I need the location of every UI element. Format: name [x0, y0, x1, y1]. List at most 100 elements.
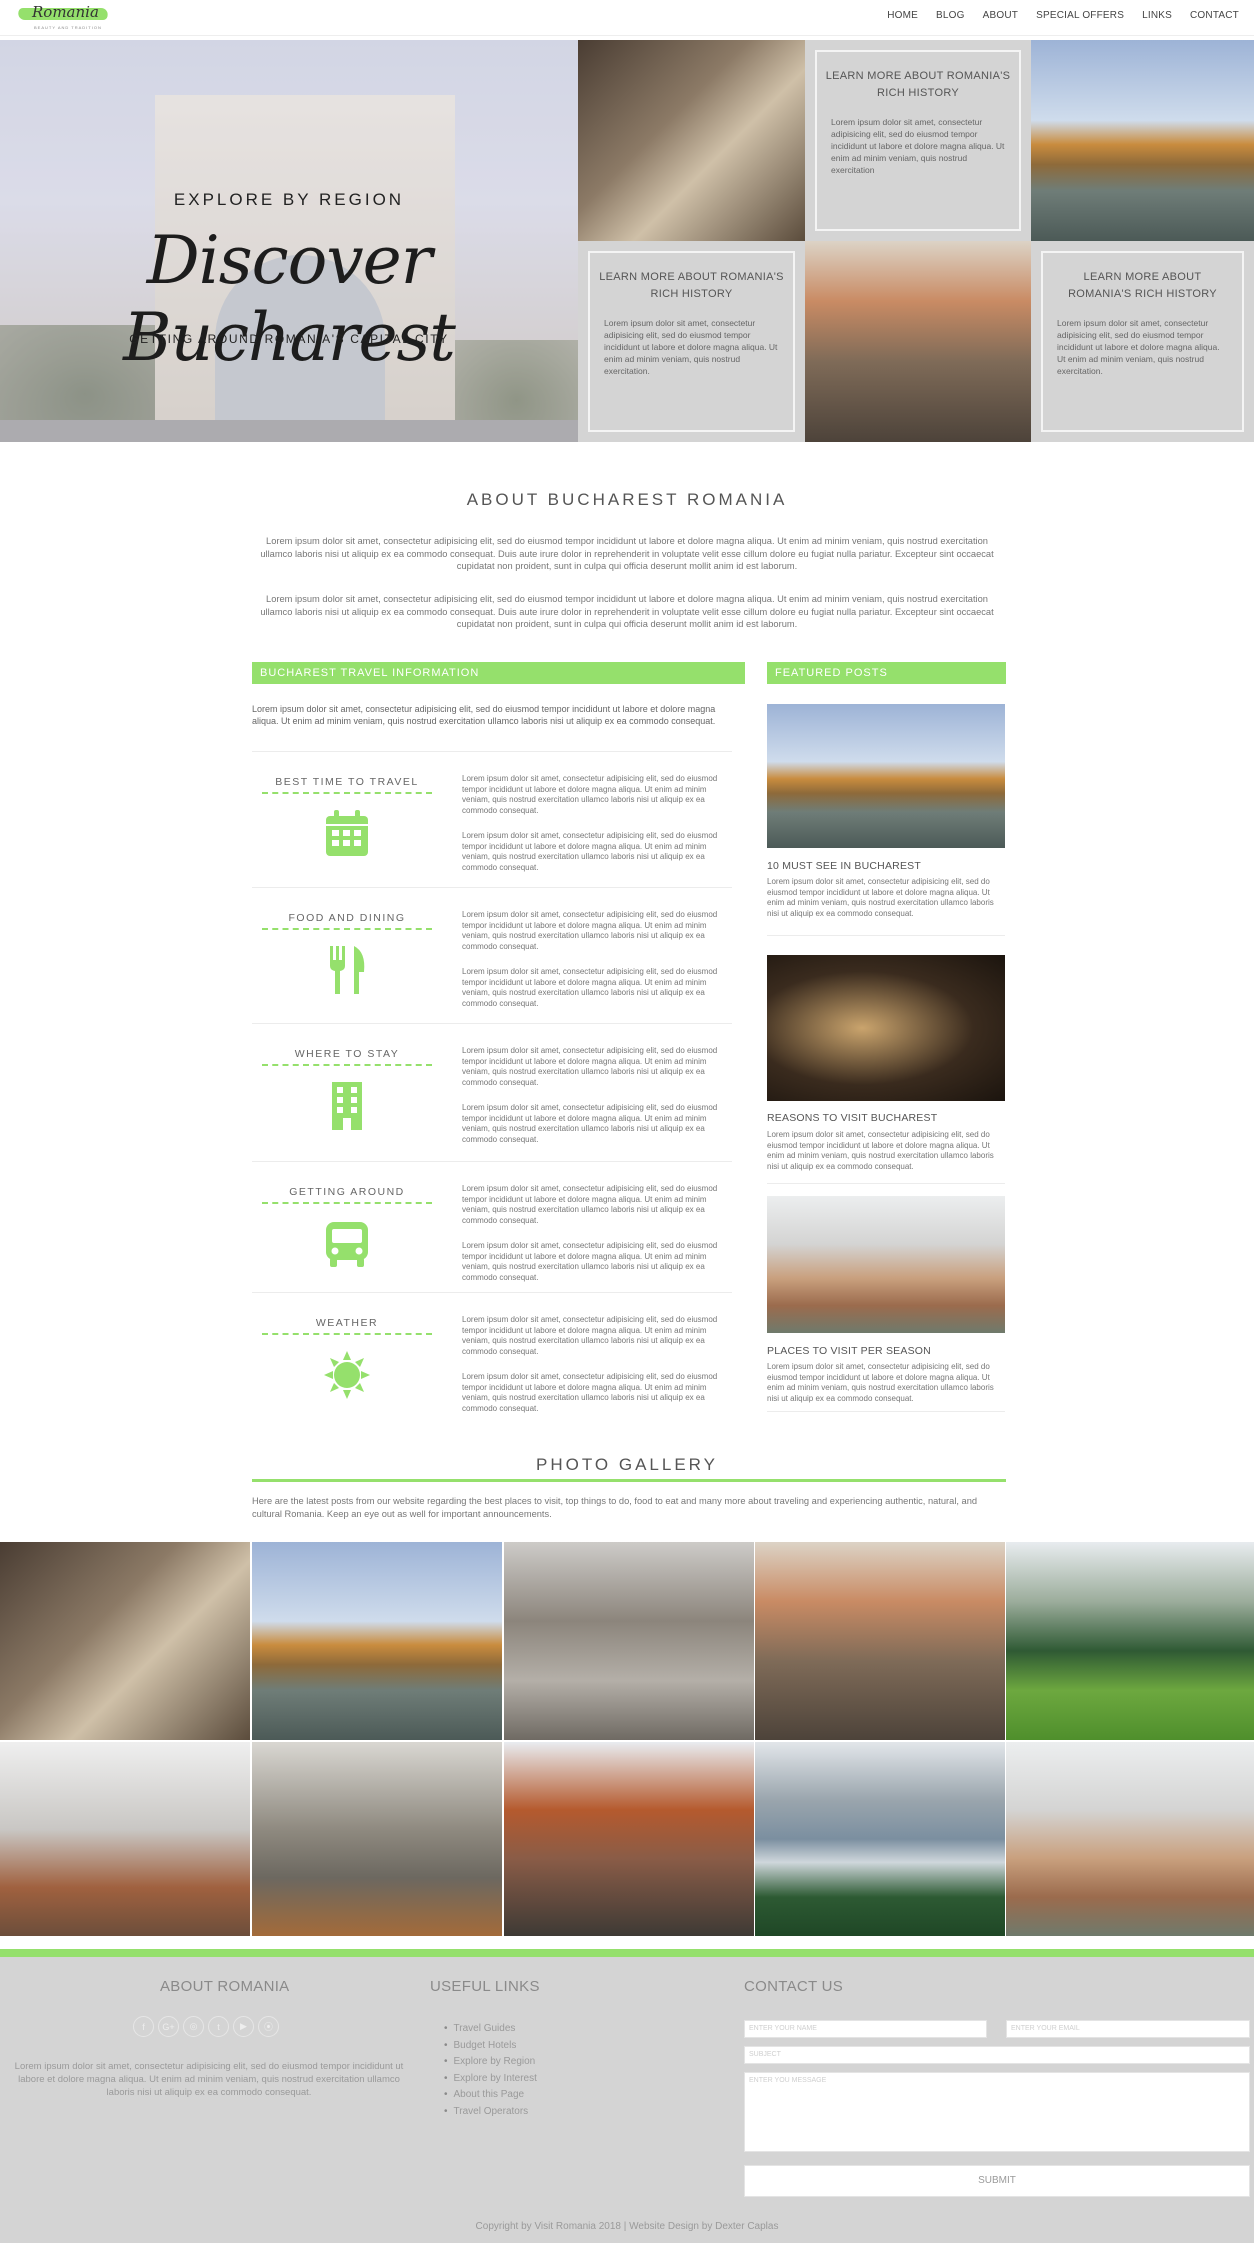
facebook-icon[interactable]: f — [133, 2016, 154, 2037]
gallery-photo-castle[interactable] — [504, 1742, 754, 1936]
gallery-photo-street[interactable] — [504, 1542, 754, 1740]
travel-row-label: BEST TIME TO TRAVEL — [275, 776, 419, 788]
pinterest-icon[interactable]: ⦿ — [258, 2016, 279, 2037]
about-title: ABOUT BUCHAREST ROMANIA — [466, 490, 788, 509]
logo-text: Romania — [32, 3, 99, 21]
info-title: LEARN MORE ABOUT ROMANIA'S RICH HISTORY — [1068, 271, 1217, 300]
footer-about-text: Lorem ipsum dolor sit amet, consectetur … — [14, 2061, 404, 2098]
gallery-photo-forest[interactable] — [1006, 1542, 1254, 1740]
info-text: Lorem ipsum dolor sit amet, consectetur … — [831, 117, 1005, 175]
featured-post-image-2[interactable] — [767, 955, 1005, 1101]
link-explore-interest[interactable]: Explore by Interest — [444, 2071, 537, 2088]
link-explore-region[interactable]: Explore by Region — [444, 2054, 537, 2071]
info-text: Lorem ipsum dolor sit amet, consectetur … — [1057, 318, 1220, 376]
travel-row-food: FOOD AND DINING Lorem ipsum dolor sit am… — [252, 887, 732, 1023]
travel-row-text-2: Lorem ipsum dolor sit amet, consectetur … — [462, 831, 718, 872]
mosaic-info-box-2[interactable]: LEARN MORE ABOUT ROMANIA'S RICH HISTORY … — [578, 241, 805, 442]
hero-subtitle: GETTING AROUND ROMANIA'S CAPITAL CITY — [129, 332, 449, 346]
gallery-photo-mountains[interactable] — [755, 1742, 1005, 1936]
nav-contact[interactable]: CONTACT — [1181, 10, 1248, 21]
featured-divider — [767, 1183, 1005, 1184]
featured-post-text-3: Lorem ipsum dolor sit amet, consectetur … — [767, 1362, 994, 1403]
calendar-icon — [326, 810, 368, 856]
youtube-icon[interactable]: ▶ — [233, 2016, 254, 2037]
dashed-divider — [262, 928, 432, 930]
about-paragraph-1: Lorem ipsum dolor sit amet, consectetur … — [260, 536, 994, 571]
travel-row-text-1: Lorem ipsum dolor sit amet, consectetur … — [462, 774, 718, 815]
travel-row-text-1: Lorem ipsum dolor sit amet, consectetur … — [462, 1184, 718, 1225]
travel-row-label: GETTING AROUND — [289, 1186, 405, 1198]
sun-icon — [324, 1351, 370, 1399]
name-field[interactable]: ENTER YOUR NAME — [744, 2020, 987, 2038]
nav-home[interactable]: HOME — [878, 10, 927, 21]
nav-links[interactable]: LINKS — [1133, 10, 1181, 21]
featured-posts-heading: FEATURED POSTS — [767, 662, 1006, 684]
bus-icon — [326, 1222, 368, 1267]
dashed-divider — [262, 1333, 432, 1335]
gallery-title: PHOTO GALLERY — [536, 1455, 718, 1474]
instagram-icon[interactable]: ◎ — [183, 2016, 204, 2037]
featured-post-image-1[interactable] — [767, 704, 1005, 848]
top-navbar: Romania BEAUTY AND TRADITION HOME BLOG A… — [0, 0, 1254, 36]
travel-info-heading: BUCHAREST TRAVEL INFORMATION — [252, 662, 745, 684]
link-budget-hotels[interactable]: Budget Hotels — [444, 2038, 537, 2055]
dashed-divider — [262, 1064, 432, 1066]
message-field[interactable]: ENTER YOU MESSAGE — [744, 2072, 1250, 2152]
featured-post-text-2: Lorem ipsum dolor sit amet, consectetur … — [767, 1130, 994, 1171]
dashed-divider — [262, 792, 432, 794]
mosaic-photo-couple[interactable] — [805, 241, 1031, 442]
travel-row-text-1: Lorem ipsum dolor sit amet, consectetur … — [462, 910, 718, 951]
travel-row-stay: WHERE TO STAY Lorem ipsum dolor sit amet… — [252, 1023, 732, 1161]
travel-row-label: WEATHER — [315, 1317, 379, 1329]
gallery-intro: Here are the latest posts from our websi… — [252, 1496, 978, 1519]
travel-row-getting-around: GETTING AROUND Lorem ipsum dolor sit ame… — [252, 1161, 732, 1292]
footer-about-heading: ABOUT ROMANIA — [160, 1978, 290, 1995]
site-logo[interactable]: Romania BEAUTY AND TRADITION — [16, 3, 110, 30]
dashed-divider — [262, 1202, 432, 1204]
link-about-page[interactable]: About this Page — [444, 2087, 537, 2104]
fork-knife-icon — [330, 946, 365, 994]
google-plus-icon[interactable]: G+ — [158, 2016, 179, 2037]
mosaic-photo-lake[interactable] — [1031, 40, 1254, 241]
about-paragraph-2: Lorem ipsum dolor sit amet, consectetur … — [260, 594, 994, 629]
hero-title: Discover Bucharest — [123, 222, 456, 376]
info-title: LEARN MORE ABOUT ROMANIA'S RICH HISTORY — [825, 70, 1011, 99]
travel-row-text-2: Lorem ipsum dolor sit amet, consectetur … — [462, 1103, 718, 1144]
mosaic-info-box-1[interactable]: LEARN MORE ABOUT ROMANIA'S RICH HISTORY … — [805, 40, 1031, 241]
subject-field[interactable]: SUBJECT — [744, 2046, 1250, 2064]
gallery-photo-town[interactable] — [1006, 1742, 1254, 1936]
travel-row-best-time: BEST TIME TO TRAVEL Lorem ipsum dolor si… — [252, 751, 732, 887]
travel-row-text-2: Lorem ipsum dolor sit amet, consectetur … — [462, 1241, 718, 1282]
logo-tagline: BEAUTY AND TRADITION — [34, 25, 102, 30]
mosaic-info-box-3[interactable]: LEARN MORE ABOUT ROMANIA'S RICH HISTORY … — [1031, 241, 1254, 442]
travel-intro: Lorem ipsum dolor sit amet, consectetur … — [252, 704, 716, 726]
mosaic-photo-interior[interactable] — [578, 40, 805, 241]
gallery-rule — [252, 1479, 1006, 1482]
twitter-icon[interactable]: t — [208, 2016, 229, 2037]
gallery-photo-lake[interactable] — [252, 1542, 502, 1740]
travel-row-text-1: Lorem ipsum dolor sit amet, consectetur … — [462, 1315, 718, 1356]
featured-post-title-2[interactable]: REASONS TO VISIT BUCHAREST — [767, 1112, 937, 1124]
travel-row-label: FOOD AND DINING — [288, 912, 406, 924]
email-field[interactable]: ENTER YOUR EMAIL — [1006, 2020, 1250, 2038]
travel-row-text-1: Lorem ipsum dolor sit amet, consectetur … — [462, 1046, 718, 1087]
featured-post-title-3[interactable]: PLACES TO VISIT PER SEASON — [767, 1345, 931, 1357]
gallery-photo-tram[interactable] — [252, 1742, 502, 1936]
main-menu: HOME BLOG ABOUT SPECIAL OFFERS LINKS CON… — [878, 10, 1248, 21]
travel-row-weather: WEATHER Lorem ipsum dolor sit amet, cons… — [252, 1292, 732, 1422]
travel-row-label: WHERE TO STAY — [294, 1048, 400, 1060]
nav-blog[interactable]: BLOG — [927, 10, 974, 21]
link-travel-operators[interactable]: Travel Operators — [444, 2104, 537, 2121]
gallery-photo-couple[interactable] — [755, 1542, 1005, 1740]
featured-post-image-3[interactable] — [767, 1196, 1005, 1333]
link-travel-guides[interactable]: Travel Guides — [444, 2021, 537, 2038]
hero-banner: EXPLORE BY REGION Discover Bucharest GET… — [0, 40, 578, 442]
nav-about[interactable]: ABOUT — [974, 10, 1027, 21]
nav-special-offers[interactable]: SPECIAL OFFERS — [1027, 10, 1133, 21]
gallery-photo-church[interactable] — [0, 1742, 250, 1936]
gallery-photo-interior[interactable] — [0, 1542, 250, 1740]
footer-links-heading: USEFUL LINKS — [430, 1978, 540, 1995]
copyright: Copyright by Visit Romania 2018 | Websit… — [475, 2221, 779, 2232]
submit-button[interactable]: SUBMIT — [744, 2165, 1250, 2197]
featured-post-title-1[interactable]: 10 MUST SEE IN BUCHAREST — [767, 860, 921, 872]
